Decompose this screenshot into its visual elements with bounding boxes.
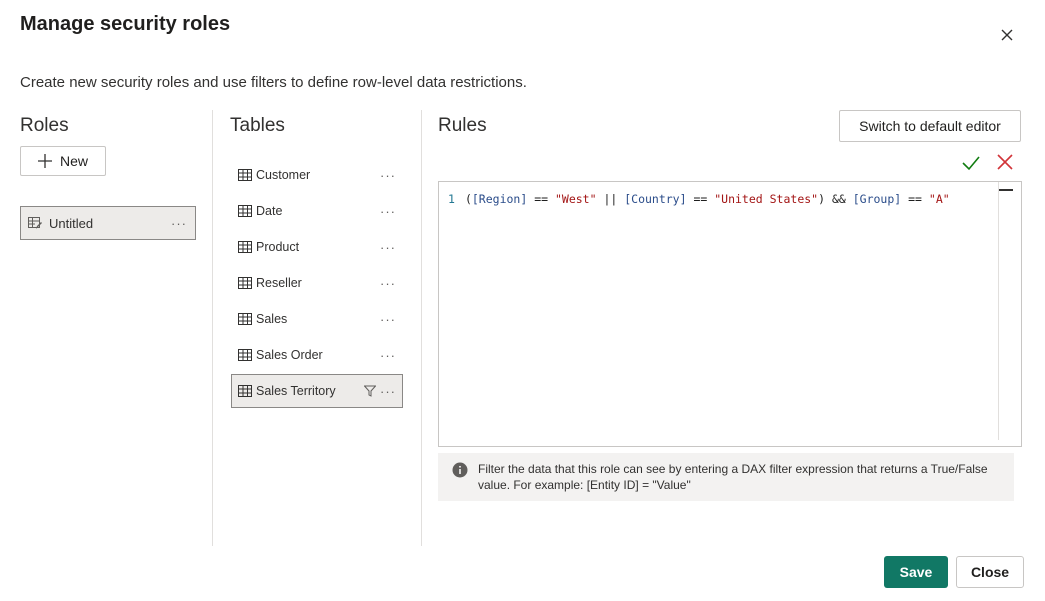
close-dialog-icon[interactable] xyxy=(996,24,1018,46)
close-button[interactable]: Close xyxy=(956,556,1024,588)
code-token: "A" xyxy=(928,192,950,206)
check-icon[interactable] xyxy=(961,153,981,173)
code-token: ( xyxy=(464,192,472,206)
table-item-reseller[interactable]: Reseller ··· xyxy=(231,266,403,300)
code-line: 1 ([Region] == "West" || [Country] == "Un… xyxy=(448,192,950,206)
code-token: [Country] xyxy=(624,192,687,206)
code-token: || xyxy=(596,192,625,206)
table-item-date[interactable]: Date ··· xyxy=(231,194,403,228)
code-token: ) && xyxy=(818,192,853,206)
editor-minimap[interactable] xyxy=(999,189,1013,191)
code-token: == xyxy=(901,192,929,206)
dialog-title: Manage security roles xyxy=(20,13,231,35)
code-token: == xyxy=(686,192,715,206)
code-token: [Group] xyxy=(852,192,902,206)
table-item-label: Reseller xyxy=(256,276,302,290)
info-message: Filter the data that this role can see b… xyxy=(438,453,1014,501)
table-more-options[interactable]: ··· xyxy=(380,276,396,291)
role-item-untitled[interactable]: Untitled ··· xyxy=(20,206,196,240)
table-item-product[interactable]: Product ··· xyxy=(231,230,403,264)
code-token: "West" xyxy=(554,192,597,206)
tables-header: Tables xyxy=(230,115,285,136)
table-item-label: Date xyxy=(256,204,283,218)
code-token: == xyxy=(527,192,555,206)
table-item-sales-order[interactable]: Sales Order ··· xyxy=(231,338,403,372)
rules-header: Rules xyxy=(438,115,487,136)
table-item-sales[interactable]: Sales ··· xyxy=(231,302,403,336)
line-number: 1 xyxy=(448,192,455,206)
cancel-icon[interactable] xyxy=(996,153,1014,171)
role-item-label: Untitled xyxy=(49,215,94,231)
table-icon xyxy=(238,205,252,217)
table-icon xyxy=(238,277,252,289)
code-token: "United States" xyxy=(714,192,819,206)
tables-list: Customer ··· Date ··· Product ··· Resell… xyxy=(231,158,403,410)
table-more-options[interactable]: ··· xyxy=(380,348,396,363)
table-icon xyxy=(238,169,252,181)
role-more-options[interactable]: ··· xyxy=(171,216,187,231)
table-item-label: Sales xyxy=(256,312,288,326)
roles-divider xyxy=(212,110,213,546)
table-icon xyxy=(238,313,252,325)
switch-to-default-editor-button[interactable]: Switch to default editor xyxy=(839,110,1021,142)
dialog-subtitle: Create new security roles and use filter… xyxy=(20,74,527,91)
plus-icon xyxy=(37,154,52,168)
dax-editor[interactable]: 1 ([Region] == "West" || [Country] == "Un… xyxy=(438,181,1022,447)
code-token: [Region] xyxy=(471,192,528,206)
table-more-options[interactable]: ··· xyxy=(380,384,396,399)
table-item-label: Customer xyxy=(256,168,311,182)
new-role-button[interactable]: New xyxy=(20,146,106,176)
table-item-sales-territory[interactable]: Sales Territory ··· xyxy=(231,374,403,408)
tables-divider xyxy=(421,110,422,546)
filter-icon[interactable] xyxy=(364,385,376,397)
table-more-options[interactable]: ··· xyxy=(380,168,396,183)
roles-header: Roles xyxy=(20,115,69,136)
new-role-label: New xyxy=(59,153,88,169)
role-edit-icon xyxy=(28,217,42,229)
table-icon xyxy=(238,385,252,397)
info-text: Filter the data that this role can see b… xyxy=(478,462,988,492)
table-item-label: Sales Order xyxy=(256,348,323,362)
table-item-customer[interactable]: Customer ··· xyxy=(231,158,403,192)
table-icon xyxy=(238,241,252,253)
table-icon xyxy=(238,349,252,361)
table-item-label: Product xyxy=(256,240,300,254)
table-more-options[interactable]: ··· xyxy=(380,240,396,255)
table-item-label: Sales Territory xyxy=(256,384,336,398)
info-icon xyxy=(452,462,468,478)
table-more-options[interactable]: ··· xyxy=(380,312,396,327)
save-button[interactable]: Save xyxy=(884,556,948,588)
editor-scrollbar[interactable] xyxy=(998,182,999,440)
table-more-options[interactable]: ··· xyxy=(380,204,396,219)
